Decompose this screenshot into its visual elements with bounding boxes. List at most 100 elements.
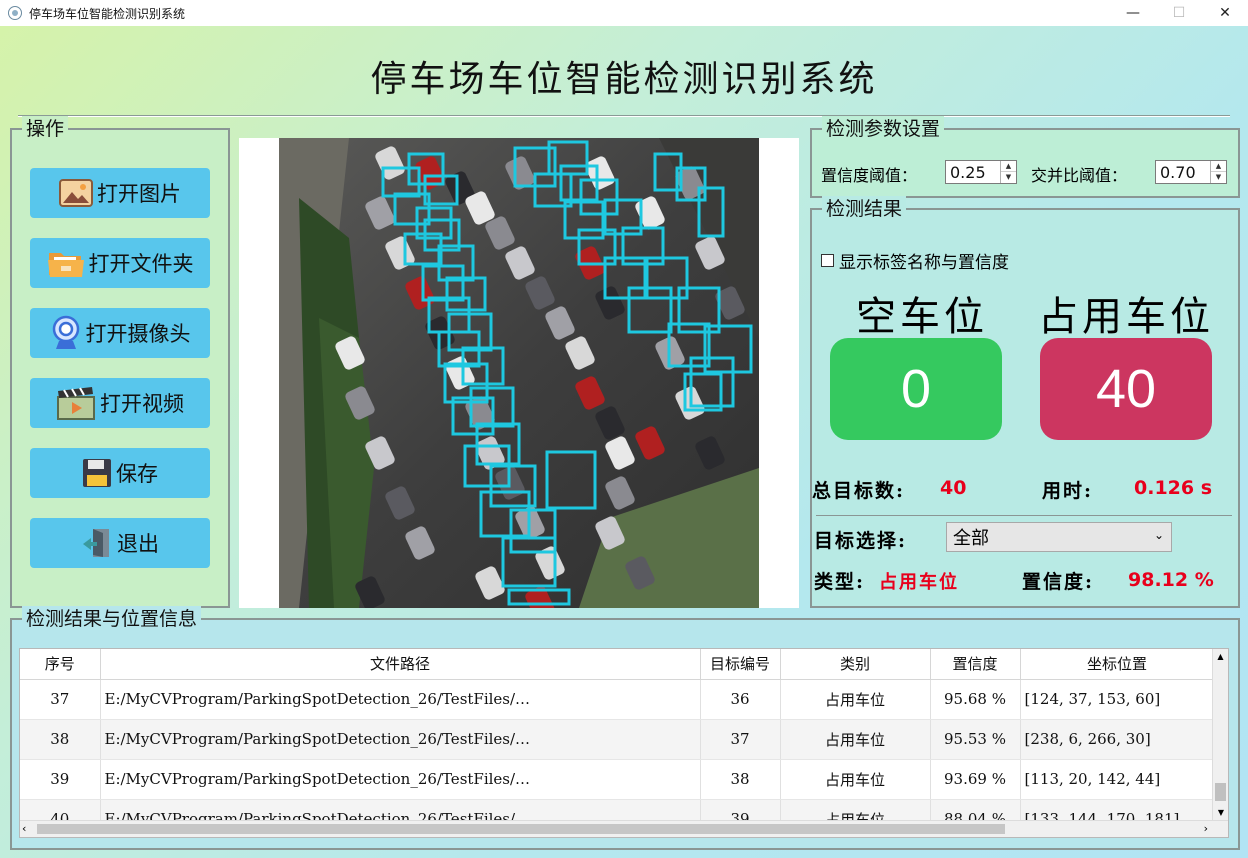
params-title: 检测参数设置 xyxy=(822,116,945,142)
save-icon xyxy=(82,458,112,488)
confidence-threshold-value: 0.25 xyxy=(950,162,986,182)
open-video-label: 打开视频 xyxy=(100,392,184,416)
app-icon xyxy=(8,6,22,20)
cell-coordinates: [124, 37, 153, 60] xyxy=(1020,679,1215,720)
results-table-title: 检测结果与位置信息 xyxy=(22,606,202,632)
type-label: 类型: xyxy=(814,571,866,593)
table-row[interactable]: 37 E:/MyCVProgram/ParkingSpotDetection_2… xyxy=(20,679,1215,720)
elapsed-time-value: 0.126 s xyxy=(1134,477,1213,499)
scroll-right-icon[interactable]: › xyxy=(1204,821,1208,837)
empty-count-value: 0 xyxy=(900,359,932,419)
page-title: 停车场车位智能检测识别系统 xyxy=(370,59,878,100)
cell-index: 37 xyxy=(20,679,101,720)
iou-threshold-value: 0.70 xyxy=(1160,162,1196,182)
image-display xyxy=(239,138,799,608)
scroll-up-icon[interactable]: ▲ xyxy=(1213,649,1228,665)
maximize-icon[interactable]: ☐ xyxy=(1156,0,1202,26)
cell-class: 占用车位 xyxy=(780,719,931,760)
elapsed-time-label: 用时: xyxy=(1042,480,1094,502)
total-targets-label: 总目标数: xyxy=(812,480,906,502)
open-image-label: 打开图片 xyxy=(97,182,181,206)
operations-title: 操作 xyxy=(22,116,69,142)
exit-button[interactable]: 退出 xyxy=(30,518,210,568)
show-labels-label: 显示标签名称与置信度 xyxy=(839,253,1009,273)
show-labels-checkbox[interactable]: 显示标签名称与置信度 xyxy=(821,248,1009,273)
cell-target-id: 37 xyxy=(700,719,781,760)
confidence-threshold-spinbox[interactable]: 0.25 ▲ ▼ xyxy=(945,160,1017,184)
scrollbar-thumb[interactable] xyxy=(1215,783,1226,801)
occupied-count-value: 40 xyxy=(1095,359,1157,419)
open-camera-label: 打开摄像头 xyxy=(85,322,191,346)
results-panel: 检测结果 显示标签名称与置信度 空车位 占用车位 0 40 总目标数: 40 用… xyxy=(810,196,1240,608)
occupied-spot-label: 占用车位 xyxy=(1038,294,1214,340)
column-header[interactable]: 文件路径 xyxy=(100,649,701,680)
cell-index: 38 xyxy=(20,719,101,760)
operations-panel: 操作 打开图片 打开文件夹 打开摄像头 打开视频 保存 退出 xyxy=(10,116,230,608)
results-table[interactable]: 序号 文件路径 目标编号 类别 置信度 坐标位置 37 E:/MyCVProgr… xyxy=(19,648,1229,838)
cell-file-path: E:/MyCVProgram/ParkingSpotDetection_26/T… xyxy=(100,719,701,760)
cell-file-path: E:/MyCVProgram/ParkingSpotDetection_26/T… xyxy=(100,679,701,720)
cell-confidence: 95.68 % xyxy=(930,679,1021,720)
column-header[interactable]: 类别 xyxy=(780,649,931,680)
image-icon xyxy=(59,179,93,207)
spin-up-icon[interactable]: ▲ xyxy=(1001,161,1016,172)
confidence-label: 置信度: xyxy=(1022,571,1095,593)
cell-index: 39 xyxy=(20,759,101,800)
horizontal-scrollbar[interactable]: ‹ › xyxy=(20,820,1228,837)
target-select-label: 目标选择: xyxy=(814,530,908,552)
spin-down-icon[interactable]: ▼ xyxy=(1211,172,1226,183)
cell-target-id: 36 xyxy=(700,679,781,720)
scrollbar-thumb[interactable] xyxy=(37,824,1005,834)
column-header[interactable]: 目标编号 xyxy=(700,649,781,680)
vertical-scrollbar[interactable]: ▲ ▼ xyxy=(1212,649,1228,821)
table-row[interactable]: 39 E:/MyCVProgram/ParkingSpotDetection_2… xyxy=(20,759,1215,800)
empty-spot-label: 空车位 xyxy=(856,294,988,340)
target-select-dropdown[interactable]: 全部 ⌄ xyxy=(946,522,1172,552)
close-icon[interactable]: ✕ xyxy=(1202,0,1248,26)
spin-down-icon[interactable]: ▼ xyxy=(1001,172,1016,183)
cell-confidence: 95.53 % xyxy=(930,719,1021,760)
scroll-left-icon[interactable]: ‹ xyxy=(22,821,26,837)
column-header[interactable]: 置信度 xyxy=(930,649,1021,680)
spin-up-icon[interactable]: ▲ xyxy=(1211,161,1226,172)
webcam-icon xyxy=(50,315,82,351)
confidence-threshold-label: 置信度阈值： xyxy=(821,166,918,185)
cell-confidence: 93.69 % xyxy=(930,759,1021,800)
open-image-button[interactable]: 打开图片 xyxy=(30,168,210,218)
chevron-down-icon: ⌄ xyxy=(1153,528,1164,542)
cell-class: 占用车位 xyxy=(780,679,931,720)
iou-threshold-spinbox[interactable]: 0.70 ▲ ▼ xyxy=(1155,160,1227,184)
cell-target-id: 38 xyxy=(700,759,781,800)
confidence-value: 98.12 % xyxy=(1128,569,1214,591)
checkbox-box[interactable] xyxy=(821,254,834,267)
folder-icon xyxy=(47,247,85,279)
detection-image xyxy=(279,138,759,608)
target-select-value: 全部 xyxy=(953,528,989,549)
cell-coordinates: [238, 6, 266, 30] xyxy=(1020,719,1215,760)
open-video-button[interactable]: 打开视频 xyxy=(30,378,210,428)
column-header[interactable]: 序号 xyxy=(20,649,101,680)
params-panel: 检测参数设置 置信度阈值： 0.25 ▲ ▼ 交并比阈值： 0.70 ▲ ▼ xyxy=(810,116,1240,198)
table-row[interactable]: 38 E:/MyCVProgram/ParkingSpotDetection_2… xyxy=(20,719,1215,760)
minimize-icon[interactable]: — xyxy=(1110,0,1156,26)
exit-label: 退出 xyxy=(117,532,159,556)
empty-count-badge: 0 xyxy=(830,338,1002,440)
window-title: 停车场车位智能检测识别系统 xyxy=(29,6,186,21)
open-folder-label: 打开文件夹 xyxy=(88,252,194,276)
open-folder-button[interactable]: 打开文件夹 xyxy=(30,238,210,288)
type-value: 占用车位 xyxy=(879,572,959,593)
occupied-count-badge: 40 xyxy=(1040,338,1212,440)
cell-coordinates: [113, 20, 142, 44] xyxy=(1020,759,1215,800)
cell-class: 占用车位 xyxy=(780,759,931,800)
open-camera-button[interactable]: 打开摄像头 xyxy=(30,308,210,358)
window-titlebar: 停车场车位智能检测识别系统 — ☐ ✕ xyxy=(0,0,1248,26)
save-label: 保存 xyxy=(116,462,158,486)
cell-file-path: E:/MyCVProgram/ParkingSpotDetection_26/T… xyxy=(100,759,701,800)
save-button[interactable]: 保存 xyxy=(30,448,210,498)
scroll-down-icon[interactable]: ▼ xyxy=(1213,805,1228,821)
title-divider xyxy=(18,115,1230,117)
video-icon xyxy=(56,385,96,421)
total-targets-value: 40 xyxy=(940,477,967,499)
column-header[interactable]: 坐标位置 xyxy=(1020,649,1215,680)
iou-threshold-label: 交并比阈值： xyxy=(1031,166,1128,185)
